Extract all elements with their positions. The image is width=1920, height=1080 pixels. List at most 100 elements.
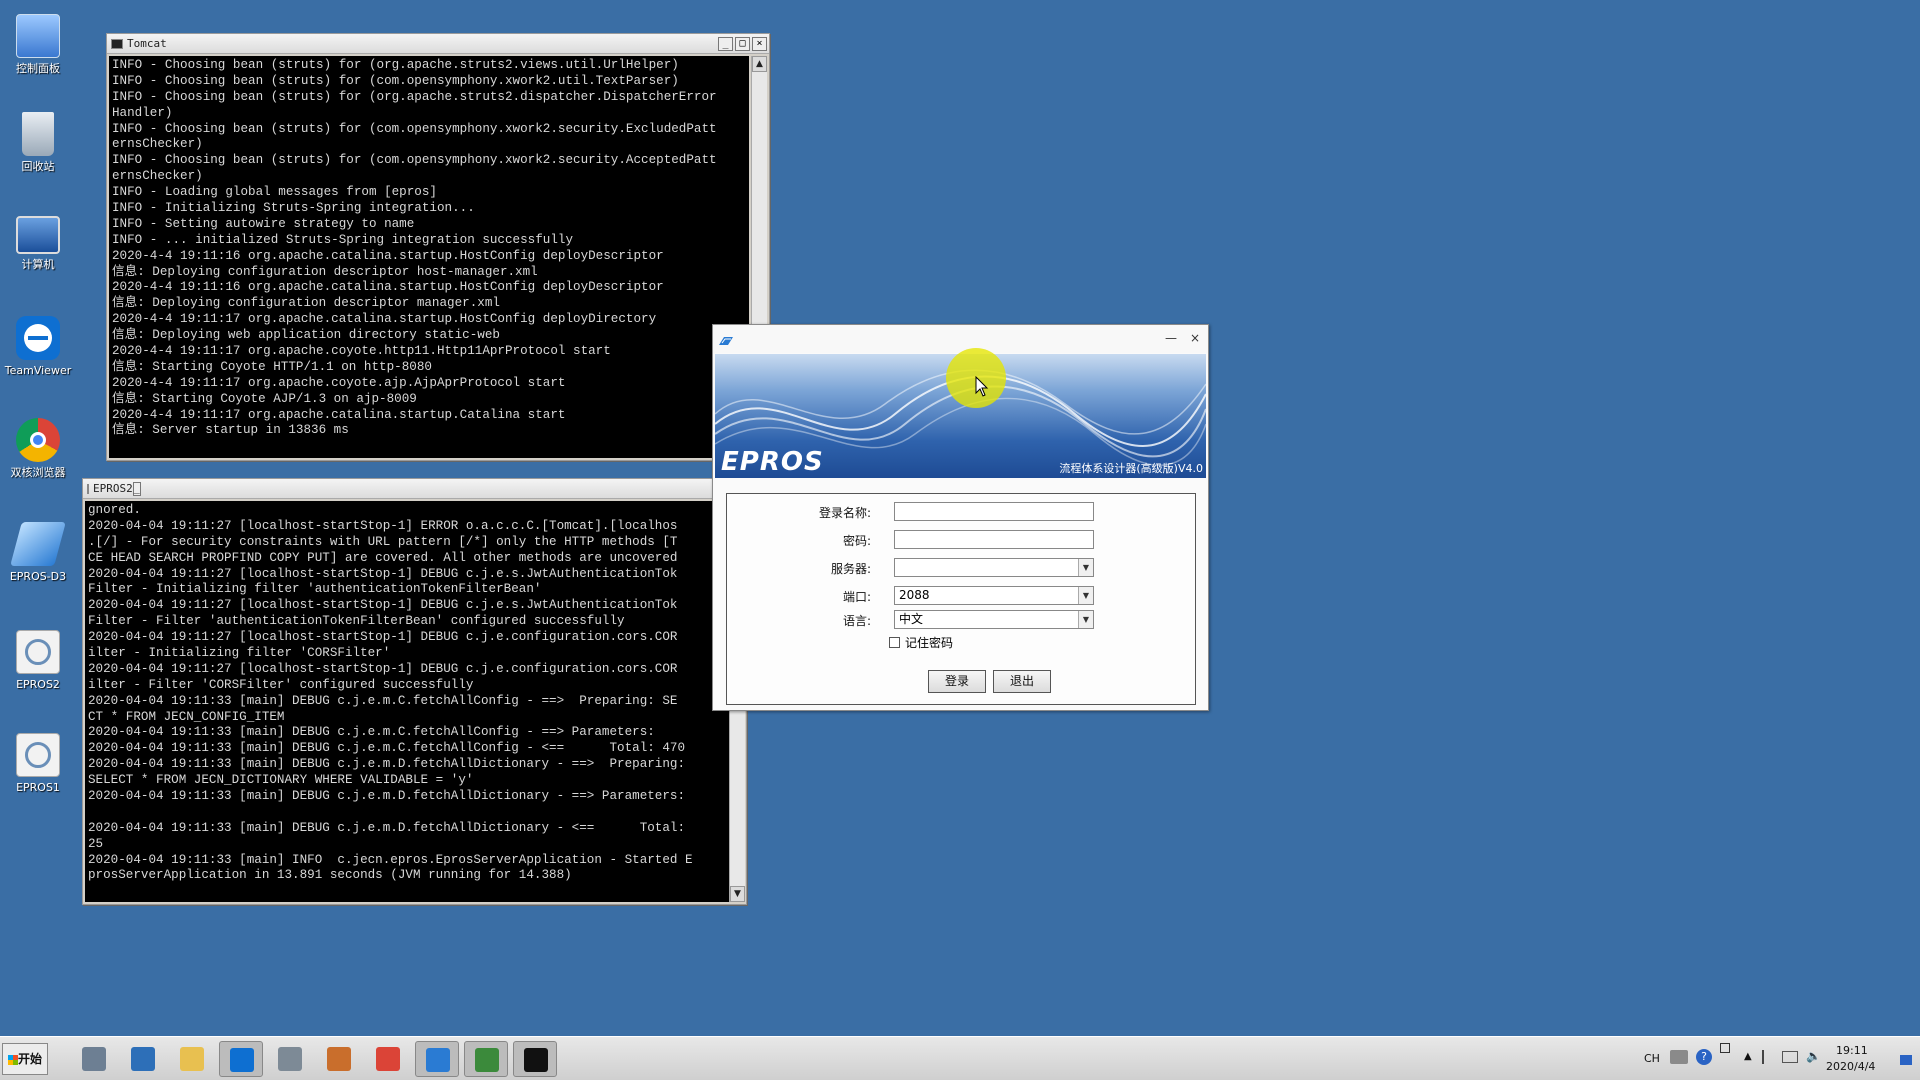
console-line: INFO - Choosing bean (struts) for (com.o… <box>112 153 717 168</box>
network-status-icon[interactable] <box>1782 1051 1798 1063</box>
console-line: 2020-4-4 19:11:16 org.apache.catalina.st… <box>112 248 664 263</box>
update-icon[interactable] <box>1720 1043 1730 1053</box>
chevron-up-icon[interactable]: ▲ <box>1744 1051 1752 1062</box>
console-line: CE HEAD SEARCH PROPFIND COPY PUT] are co… <box>88 550 678 565</box>
taskbar-button-tools[interactable] <box>268 1041 312 1077</box>
clock-date[interactable]: 2020/4/4 <box>1826 1060 1875 1073</box>
console-line: Filter - Filter 'authenticationTokenFilt… <box>88 614 625 629</box>
console-line: 2020-04-04 19:11:33 [main] DEBUG c.j.e.m… <box>88 820 686 835</box>
tomcat-titlebar[interactable]: Tomcat _ □ × <box>107 34 769 54</box>
taskbar-button-teamviewer[interactable] <box>219 1041 263 1077</box>
clock-time[interactable]: 19:11 <box>1836 1044 1868 1057</box>
desktop-icon-label: TeamViewer <box>4 364 72 377</box>
console-line: 2020-4-4 19:11:17 org.apache.coyote.ajp.… <box>112 375 566 390</box>
username-input[interactable] <box>894 502 1094 521</box>
checkbox-box[interactable] <box>889 637 900 648</box>
desktop-icon-recycle-bin[interactable]: 回收站 <box>4 112 72 173</box>
epros1-icon <box>16 733 60 777</box>
taskbar-button-tomcat[interactable] <box>464 1041 508 1077</box>
taskbar-button-chrome[interactable] <box>366 1041 410 1077</box>
console-line: Handler) <box>112 105 173 120</box>
server-row: 服务器: ▼ <box>727 558 1195 578</box>
port-select[interactable]: 2088 ▼ <box>894 586 1094 605</box>
desktop-icon-control-panel[interactable]: 控制面板 <box>4 14 72 75</box>
taskbar-button-explorer-folder[interactable] <box>170 1041 214 1077</box>
mouse-cursor-icon <box>975 376 989 397</box>
login-button[interactable]: 登录 <box>928 670 986 693</box>
start-button[interactable]: 开始 <box>2 1043 48 1075</box>
console-line: 信息: Starting Coyote HTTP/1.1 on http-808… <box>112 359 432 374</box>
maximize-button[interactable]: □ <box>735 36 750 51</box>
console-line: 25 <box>88 836 104 851</box>
console-line: 2020-4-4 19:11:17 org.apache.catalina.st… <box>112 407 566 422</box>
taskbar-button-powershell[interactable] <box>121 1041 165 1077</box>
image-viewer-icon <box>327 1047 351 1071</box>
desktop-icon-label: 控制面板 <box>16 62 60 75</box>
console-line: ernsChecker) <box>112 137 203 152</box>
password-input[interactable] <box>894 530 1094 549</box>
desktop-icon-epros-d3[interactable]: EPROS-D3 <box>4 522 72 583</box>
epros2-icon <box>16 630 60 674</box>
network-icon[interactable] <box>1670 1050 1688 1064</box>
console-line: 2020-04-04 19:11:27 [localhost-startStop… <box>88 630 678 645</box>
computer-icon <box>16 216 60 254</box>
tomcat-window[interactable]: Tomcat _ □ × INFO - Choosing bean (strut… <box>106 33 770 461</box>
minimize-button[interactable]: _ <box>132 481 141 496</box>
port-row: 端口: 2088 ▼ <box>727 586 1195 606</box>
epros2-titlebar[interactable]: EPROS2 _ <box>83 479 746 499</box>
dialog-titlebar[interactable]: — × <box>713 325 1208 353</box>
console-icon <box>87 483 89 494</box>
powershell-icon <box>131 1047 155 1071</box>
scroll-down-icon[interactable]: ▼ <box>730 886 745 902</box>
console-line: .[/] - For security constraints with URL… <box>88 534 678 549</box>
windows-logo-icon <box>7 1054 18 1065</box>
chevron-down-icon[interactable]: ▼ <box>1078 587 1093 604</box>
epros2-window[interactable]: EPROS2 _ gnored. 2020-04-04 19:11:27 [loc… <box>82 478 747 905</box>
remember-password-checkbox[interactable]: 记住密码 <box>889 634 953 651</box>
scroll-up-icon[interactable]: ▲ <box>752 56 767 72</box>
language-select[interactable]: 中文 ▼ <box>894 610 1094 629</box>
console-line: INFO - Choosing bean (struts) for (org.a… <box>112 58 679 72</box>
volume-icon[interactable]: 🔈 <box>1806 1049 1821 1063</box>
taskbar-button-image-viewer[interactable] <box>317 1041 361 1077</box>
language-indicator[interactable]: CH <box>1644 1052 1660 1065</box>
chevron-down-icon[interactable]: ▼ <box>1078 559 1093 576</box>
console-line: CT * FROM JECN_CONFIG_ITEM <box>88 709 285 724</box>
product-subtitle: 流程体系设计器(高级版)V4.0 <box>1059 462 1203 475</box>
desktop-icon-computer[interactable]: 计算机 <box>4 216 72 271</box>
password-row: 密码: <box>727 530 1195 550</box>
username-row: 登录名称: <box>727 502 1195 522</box>
console-line: 2020-04-04 19:11:27 [localhost-startStop… <box>88 661 678 676</box>
console-line: 信息: Starting Coyote AJP/1.3 on ajp-8009 <box>112 391 417 406</box>
desktop-icon-epros1[interactable]: EPROS1 <box>4 733 72 794</box>
console-line: 信息: Deploying web application directory … <box>112 328 500 343</box>
taskbar-button-cmd[interactable] <box>513 1041 557 1077</box>
username-label: 登录名称: <box>818 506 871 520</box>
show-desktop-icon[interactable] <box>1900 1055 1912 1065</box>
taskbar-button-server-manager[interactable] <box>72 1041 116 1077</box>
epros2-console-output: gnored. 2020-04-04 19:11:27 [localhost-st… <box>85 501 729 902</box>
console-line: SELECT * FROM JECN_DICTIONARY WHERE VALI… <box>88 773 474 788</box>
exit-button[interactable]: 退出 <box>993 670 1051 693</box>
tomcat-console-output: INFO - Choosing bean (struts) for (org.a… <box>109 56 749 458</box>
console-line: ilter - Initializing filter 'CORSFilter' <box>88 646 391 661</box>
server-select[interactable]: ▼ <box>894 558 1094 577</box>
desktop-icon-epros2[interactable]: EPROS2 <box>4 630 72 691</box>
console-line: 信息: Deploying configuration descriptor m… <box>112 296 500 311</box>
minimize-button[interactable]: _ <box>718 36 733 51</box>
help-icon[interactable]: ? <box>1696 1049 1712 1065</box>
taskbar-button-epros[interactable] <box>415 1041 459 1077</box>
flag-icon[interactable] <box>1762 1050 1774 1064</box>
close-button[interactable]: × <box>752 36 767 51</box>
desktop-icon-browser[interactable]: 双核浏览器 <box>4 418 72 479</box>
browser-icon <box>16 418 60 462</box>
chevron-down-icon[interactable]: ▼ <box>1078 611 1093 628</box>
close-button[interactable]: × <box>1186 331 1204 345</box>
desktop-icon-label: 双核浏览器 <box>10 466 66 479</box>
desktop-icon-label: 计算机 <box>21 258 55 271</box>
desktop-icon-teamviewer[interactable]: TeamViewer <box>4 316 72 377</box>
minimize-button[interactable]: — <box>1162 331 1180 345</box>
language-value: 中文 <box>899 612 924 626</box>
console-line: 2020-04-04 19:11:33 [main] DEBUG c.j.e.m… <box>88 757 686 772</box>
